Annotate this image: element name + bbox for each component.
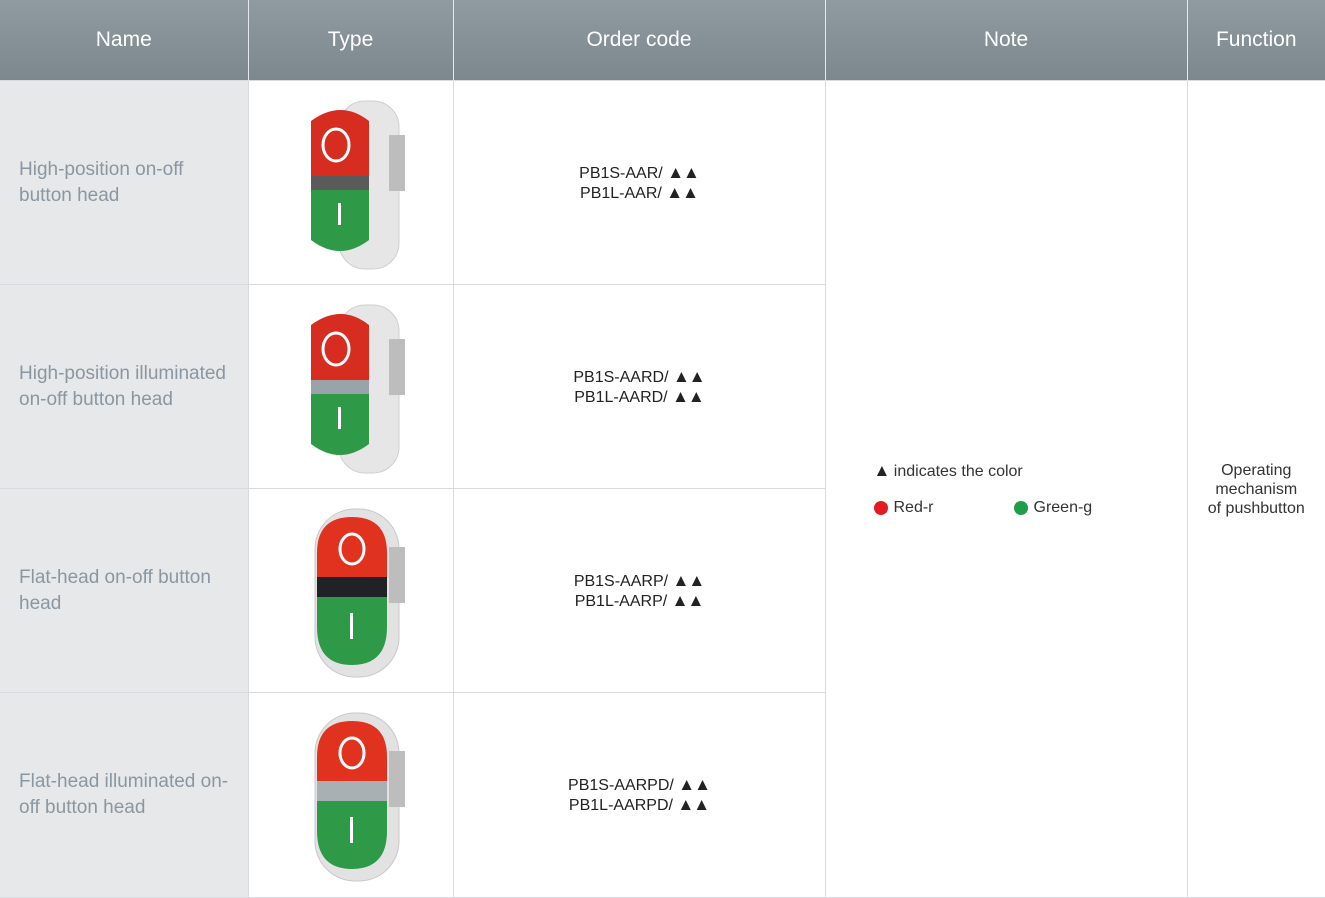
order-code-1: PB1S-AAR/	[579, 165, 663, 182]
legend-green: Green-g	[1014, 499, 1154, 517]
function-line-2: mechanism	[1188, 480, 1325, 499]
table-row: High-position on-off button head PB1S-AA…	[0, 81, 1325, 285]
legend-red: Red-r	[874, 499, 1014, 517]
color-placeholder-icon: ▲▲	[677, 795, 709, 814]
flat-head-illuminated-button-icon	[281, 705, 421, 885]
note-cell: ▲ indicates the color Red-r Green-g	[825, 81, 1187, 898]
order-code-1: PB1S-AARD/	[573, 369, 668, 386]
header-row: Name Type Order code Note Function	[0, 0, 1325, 81]
note-text: indicates the color	[894, 463, 1023, 480]
order-code-1: PB1S-AARPD/	[568, 777, 674, 794]
order-code-2: PB1L-AARD/	[574, 389, 667, 406]
color-placeholder-icon: ▲▲	[672, 591, 704, 610]
color-placeholder-icon: ▲▲	[667, 163, 699, 182]
color-placeholder-icon: ▲▲	[673, 367, 705, 386]
product-image	[248, 489, 453, 693]
order-code-cell: PB1S-AARPD/ ▲▲ PB1L-AARPD/ ▲▲	[453, 693, 825, 898]
product-name: High-position on-off button head	[0, 81, 248, 285]
color-placeholder-icon: ▲▲	[672, 387, 704, 406]
color-placeholder-icon: ▲▲	[666, 183, 698, 202]
header-note: Note	[825, 0, 1187, 81]
color-placeholder-icon: ▲▲	[673, 571, 705, 590]
spec-table: Name Type Order code Note Function High-…	[0, 0, 1325, 898]
order-code-1: PB1S-AARP/	[574, 573, 668, 590]
flat-head-button-icon	[281, 501, 421, 681]
order-code-cell: PB1S-AARP/ ▲▲ PB1L-AARP/ ▲▲	[453, 489, 825, 693]
header-name: Name	[0, 0, 248, 81]
legend-red-label: Red-r	[894, 499, 934, 517]
order-code-cell: PB1S-AAR/ ▲▲ PB1L-AAR/ ▲▲	[453, 81, 825, 285]
legend-green-label: Green-g	[1034, 499, 1093, 517]
red-dot-icon	[874, 501, 888, 515]
function-line-3: of pushbutton	[1188, 499, 1325, 518]
product-name: Flat-head illuminated on-off button head	[0, 693, 248, 898]
header-type: Type	[248, 0, 453, 81]
function-cell: Operating mechanism of pushbutton	[1187, 81, 1325, 898]
color-legend: Red-r Green-g	[874, 499, 1187, 517]
order-code-2: PB1L-AARPD/	[569, 797, 673, 814]
high-position-button-icon	[281, 93, 421, 273]
green-dot-icon	[1014, 501, 1028, 515]
product-image	[248, 81, 453, 285]
product-name: Flat-head on-off button head	[0, 489, 248, 693]
order-code-2: PB1L-AARP/	[575, 593, 667, 610]
high-position-illuminated-button-icon	[281, 297, 421, 477]
product-name: High-position illuminated on-off button …	[0, 285, 248, 489]
product-image	[248, 693, 453, 898]
header-function: Function	[1187, 0, 1325, 81]
order-code-cell: PB1S-AARD/ ▲▲ PB1L-AARD/ ▲▲	[453, 285, 825, 489]
order-code-2: PB1L-AAR/	[580, 185, 662, 202]
triangle-icon: ▲	[874, 461, 890, 480]
header-order-code: Order code	[453, 0, 825, 81]
product-image	[248, 285, 453, 489]
function-line-1: Operating	[1188, 461, 1325, 480]
color-placeholder-icon: ▲▲	[678, 775, 710, 794]
